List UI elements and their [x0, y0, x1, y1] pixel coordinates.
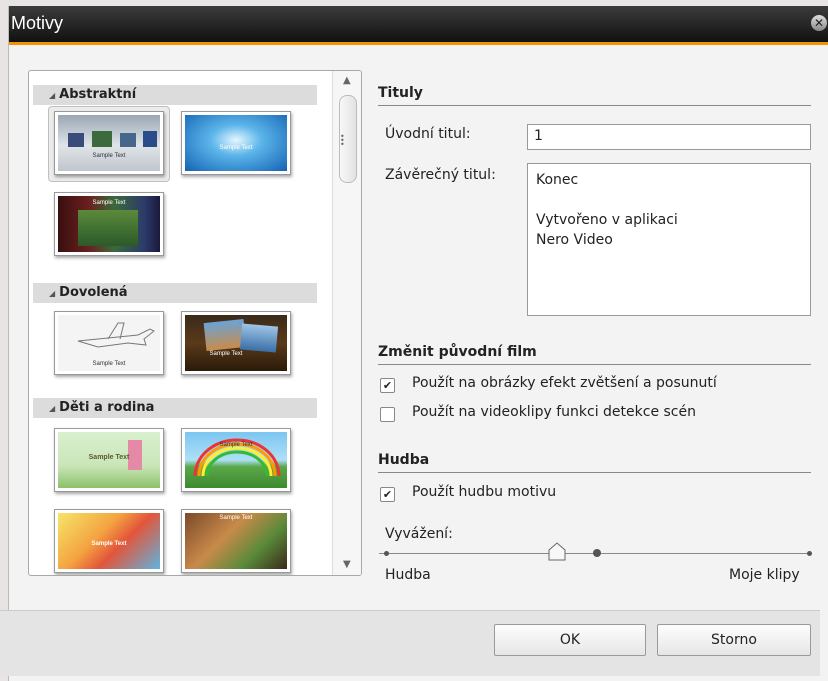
category-dovolena[interactable]: ◢ Dovolená	[33, 283, 317, 303]
zoom-pan-label[interactable]: Použít na obrázky efekt zvětšení a posun…	[412, 375, 717, 391]
balance-left-label: Hudba	[385, 567, 431, 583]
use-theme-music-label[interactable]: Použít hudbu motivu	[412, 484, 556, 500]
theme-thumbnail-kids-3[interactable]: Sample Text	[54, 509, 164, 573]
collapse-triangle-icon: ◢	[49, 289, 56, 298]
theme-thumbnail-abstract-2[interactable]: Sample Text	[181, 111, 291, 175]
change-movie-heading: Změnit původní film	[378, 344, 811, 365]
opening-title-input[interactable]: 1	[527, 124, 811, 150]
closing-line: Vytvořeno v aplikaci	[536, 212, 678, 228]
sample-text-label: Sample Text	[92, 153, 126, 159]
use-theme-music-checkbox[interactable]: ✔	[380, 487, 395, 502]
balance-right-label: Moje klipy	[729, 567, 800, 583]
slider-left-end-dot	[384, 551, 389, 556]
theme-thumbnail-abstract-3[interactable]: Sample Text	[54, 192, 164, 256]
theme-thumbnail-abstract-1[interactable]: Sample Text	[54, 111, 164, 175]
scroll-up-arrow-icon[interactable]: ▲	[343, 75, 351, 86]
scene-detection-checkbox[interactable]	[380, 407, 395, 422]
category-deti-a-rodina[interactable]: ◢ Děti a rodina	[33, 398, 317, 418]
slider-right-end-dot	[807, 551, 812, 556]
theme-list-scrollbar[interactable]: ▲ • • • ▼	[332, 71, 361, 575]
closing-title-label: Závěrečný titul:	[385, 167, 496, 183]
cancel-button[interactable]: Storno	[657, 624, 811, 656]
category-label: Abstraktní	[59, 87, 137, 102]
sample-text-label: Sample Text	[88, 454, 130, 461]
airplane-sketch-icon	[77, 322, 155, 348]
scroll-down-arrow-icon[interactable]: ▼	[343, 559, 351, 570]
balance-slider-thumb[interactable]	[548, 542, 566, 562]
sample-text-label: Sample Text	[209, 351, 243, 357]
title-bar: Motivy ✕	[9, 6, 828, 45]
theme-thumbnail-kids-2[interactable]: Sample Text	[181, 428, 291, 492]
sample-text-label: Sample Text	[91, 541, 127, 547]
closing-line: Nero Video	[536, 232, 613, 248]
ok-button[interactable]: OK	[494, 624, 646, 656]
music-heading: Hudba	[378, 452, 811, 473]
category-abstraktni[interactable]: ◢ Abstraktní	[33, 85, 317, 105]
sample-text-label: Sample Text	[219, 145, 253, 151]
rainbow-icon	[193, 438, 281, 477]
scrollbar-grip-icon: • • •	[340, 132, 345, 149]
sample-text-label: Sample Text	[219, 515, 253, 521]
sample-text-label: Sample Text	[92, 200, 126, 206]
theme-thumbnail-kids-1[interactable]: Sample Text	[54, 428, 164, 492]
theme-list-panel[interactable]: ◢ Abstraktní Sample Text Sample Text Samp…	[28, 70, 362, 576]
theme-thumbnail-vacation-1[interactable]: Sample Text	[54, 311, 164, 375]
scene-detection-label[interactable]: Použít na videoklipy funkci detekce scén	[412, 404, 696, 420]
theme-thumbnail-kids-4[interactable]: Sample Text	[181, 509, 291, 573]
collapse-triangle-icon: ◢	[49, 404, 56, 413]
category-label: Dovolená	[59, 285, 128, 300]
closing-title-textarea[interactable]: Konec Vytvořeno v aplikaci Nero Video	[527, 163, 811, 316]
collapse-triangle-icon: ◢	[49, 91, 56, 100]
closing-line	[536, 190, 802, 210]
closing-line: Konec	[536, 172, 579, 188]
theme-thumbnail-vacation-2[interactable]: Sample Text	[181, 311, 291, 375]
close-icon[interactable]: ✕	[811, 15, 827, 31]
titles-heading: Tituly	[378, 85, 811, 106]
slider-center-mark	[593, 549, 601, 557]
window-title: Motivy	[11, 13, 64, 33]
sample-text-label: Sample Text	[92, 361, 126, 367]
sample-text-label: Sample Text	[219, 442, 253, 448]
opening-title-label: Úvodní titul:	[385, 126, 471, 142]
category-label: Děti a rodina	[59, 400, 155, 415]
zoom-pan-checkbox[interactable]: ✔	[380, 378, 395, 393]
balance-label: Vyvážení:	[385, 526, 453, 542]
